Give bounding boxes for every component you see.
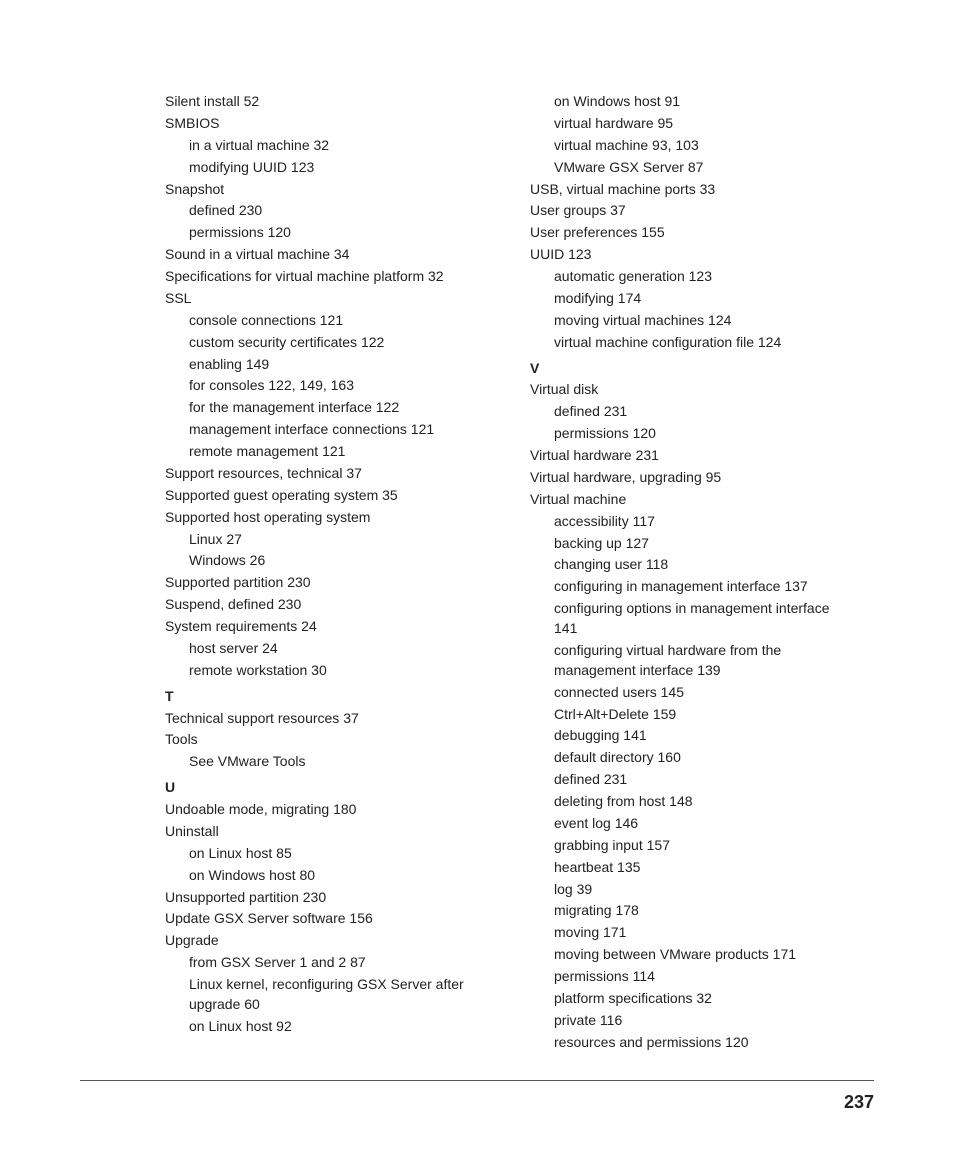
index-entry: Uninstall [165, 822, 490, 842]
index-subentry: permissions 120 [530, 424, 855, 444]
index-entry: Update GSX Server software 156 [165, 909, 490, 929]
index-entry: Virtual machine [530, 490, 855, 510]
index-subentry: grabbing input 157 [530, 836, 855, 856]
index-entry: Virtual hardware, upgrading 95 [530, 468, 855, 488]
index-subentry: Linux 27 [165, 530, 490, 550]
index-entry: Support resources, technical 37 [165, 464, 490, 484]
index-subentry: debugging 141 [530, 726, 855, 746]
index-subentry: connected users 145 [530, 683, 855, 703]
index-subentry: custom security certificates 122 [165, 333, 490, 353]
index-subentry: backing up 127 [530, 534, 855, 554]
index-entry: UUID 123 [530, 245, 855, 265]
index-subentry: from GSX Server 1 and 2 87 [165, 953, 490, 973]
index-subentry: default directory 160 [530, 748, 855, 768]
index-page: Silent install 52SMBIOSin a virtual mach… [0, 0, 954, 1159]
index-subentry: on Linux host 92 [165, 1017, 490, 1037]
index-subentry: defined 231 [530, 770, 855, 790]
index-entry: Specifications for virtual machine platf… [165, 267, 490, 287]
index-subentry: changing user 118 [530, 555, 855, 575]
index-subentry: permissions 120 [165, 223, 490, 243]
footer-rule [80, 1080, 874, 1081]
index-entry: Virtual hardware 231 [530, 446, 855, 466]
index-subentry: in a virtual machine 32 [165, 136, 490, 156]
index-subentry: host server 24 [165, 639, 490, 659]
index-subentry: log 39 [530, 880, 855, 900]
index-subentry: modifying 174 [530, 289, 855, 309]
index-subentry: automatic generation 123 [530, 267, 855, 287]
index-subentry: configuring virtual hardware from the ma… [530, 641, 855, 681]
index-entry: Supported host operating system [165, 508, 490, 528]
index-entry: Tools [165, 730, 490, 750]
index-subentry: on Linux host 85 [165, 844, 490, 864]
index-subentry: for the management interface 122 [165, 398, 490, 418]
index-subentry: VMware GSX Server 87 [530, 158, 855, 178]
index-subentry: remote management 121 [165, 442, 490, 462]
index-entry: Technical support resources 37 [165, 709, 490, 729]
index-subentry: modifying UUID 123 [165, 158, 490, 178]
index-subentry: resources and permissions 120 [530, 1033, 855, 1053]
index-subentry: remote workstation 30 [165, 661, 490, 681]
index-columns: Silent install 52SMBIOSin a virtual mach… [165, 92, 874, 1055]
index-section-head: T [165, 687, 490, 707]
index-entry: Unsupported partition 230 [165, 888, 490, 908]
index-entry: Suspend, defined 230 [165, 595, 490, 615]
index-subentry: console connections 121 [165, 311, 490, 331]
index-entry: System requirements 24 [165, 617, 490, 637]
index-subentry: platform specifications 32 [530, 989, 855, 1009]
index-subentry: configuring options in management interf… [530, 599, 855, 639]
index-entry: User preferences 155 [530, 223, 855, 243]
index-entry: Upgrade [165, 931, 490, 951]
index-subentry: moving 171 [530, 923, 855, 943]
index-section-head: U [165, 778, 490, 798]
index-entry: Supported guest operating system 35 [165, 486, 490, 506]
page-number: 237 [844, 1092, 874, 1113]
index-subentry: accessibility 117 [530, 512, 855, 532]
index-entry: SSL [165, 289, 490, 309]
index-subentry: Ctrl+Alt+Delete 159 [530, 705, 855, 725]
index-subentry: permissions 114 [530, 967, 855, 987]
index-subentry: deleting from host 148 [530, 792, 855, 812]
index-entry: SMBIOS [165, 114, 490, 134]
index-subentry: management interface connections 121 [165, 420, 490, 440]
index-subentry: configuring in management interface 137 [530, 577, 855, 597]
index-entry: Sound in a virtual machine 34 [165, 245, 490, 265]
index-entry: Silent install 52 [165, 92, 490, 112]
index-entry: USB, virtual machine ports 33 [530, 180, 855, 200]
index-section-head: V [530, 359, 855, 379]
index-subentry: virtual machine 93, 103 [530, 136, 855, 156]
index-subentry: on Windows host 80 [165, 866, 490, 886]
index-entry: Virtual disk [530, 380, 855, 400]
index-subentry: for consoles 122, 149, 163 [165, 376, 490, 396]
index-subentry: on Windows host 91 [530, 92, 855, 112]
index-subentry: moving between VMware products 171 [530, 945, 855, 965]
index-subentry: private 116 [530, 1011, 855, 1031]
index-subentry: virtual hardware 95 [530, 114, 855, 134]
index-subentry: heartbeat 135 [530, 858, 855, 878]
index-subentry: virtual machine configuration file 124 [530, 333, 855, 353]
index-subentry: moving virtual machines 124 [530, 311, 855, 331]
index-subentry: migrating 178 [530, 901, 855, 921]
index-subentry: defined 231 [530, 402, 855, 422]
index-subentry: Windows 26 [165, 551, 490, 571]
index-entry: User groups 37 [530, 201, 855, 221]
index-subentry: enabling 149 [165, 355, 490, 375]
index-subentry: event log 146 [530, 814, 855, 834]
index-entry: Snapshot [165, 180, 490, 200]
index-subentry: defined 230 [165, 201, 490, 221]
index-column-left: Silent install 52SMBIOSin a virtual mach… [165, 92, 490, 1055]
index-entry: Undoable mode, migrating 180 [165, 800, 490, 820]
index-subentry: See VMware Tools [165, 752, 490, 772]
index-column-right: on Windows host 91virtual hardware 95vir… [530, 92, 855, 1055]
index-entry: Supported partition 230 [165, 573, 490, 593]
index-subentry: Linux kernel, reconfiguring GSX Server a… [165, 975, 490, 1015]
